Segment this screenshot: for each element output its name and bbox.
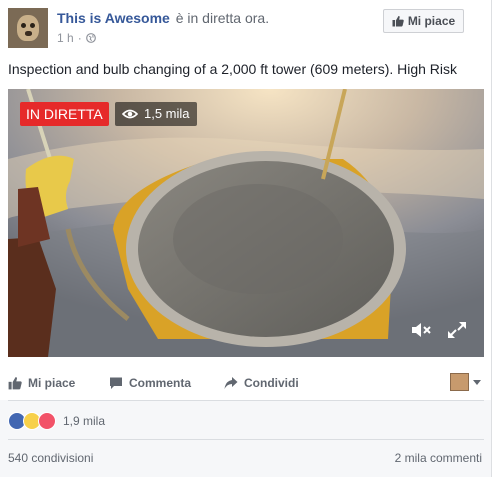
page-name-link[interactable]: This is Awesome: [57, 10, 170, 26]
page-avatar[interactable]: [8, 8, 48, 48]
divider: [8, 439, 484, 440]
viewer-count: 1,5 mila: [144, 106, 190, 121]
acting-as-avatar[interactable]: [450, 373, 469, 391]
fullscreen-icon[interactable]: [445, 320, 469, 340]
viewer-count-badge: 1,5 mila: [115, 102, 197, 126]
love-reaction-icon: [38, 412, 56, 430]
meta-separator: ·: [77, 31, 82, 45]
comment-button[interactable]: Commenta: [109, 376, 191, 390]
share-label: Condividi: [244, 376, 299, 390]
post-text: Inspection and bulb changing of a 2,000 …: [8, 61, 458, 77]
comment-count[interactable]: 2 mila commenti: [395, 451, 482, 465]
like-button[interactable]: Mi piace: [8, 376, 75, 390]
comment-label: Commenta: [129, 376, 192, 390]
avatar-nose: [25, 31, 32, 36]
reactions-summary[interactable]: 1,9 mila: [8, 412, 105, 430]
share-count[interactable]: 540 condivisioni: [8, 451, 93, 465]
thumbs-up-icon: [8, 377, 22, 390]
live-badge: IN DIRETTA: [20, 102, 109, 126]
mute-icon[interactable]: [410, 320, 434, 340]
video-frame: [8, 89, 484, 357]
avatar-eye: [21, 23, 26, 28]
post-timestamp[interactable]: 1 h: [57, 31, 74, 45]
reaction-count: 1,9 mila: [63, 414, 106, 428]
share-button[interactable]: Condividi: [224, 376, 299, 390]
comment-icon: [110, 377, 122, 389]
pug-face: [17, 15, 39, 41]
like-page-button[interactable]: Mi piace: [383, 9, 464, 33]
like-page-label: Mi piace: [407, 14, 456, 28]
chevron-down-icon[interactable]: [473, 380, 481, 385]
live-video[interactable]: IN DIRETTA 1,5 mila: [8, 89, 484, 357]
thumbs-up-icon: [392, 15, 404, 27]
eye-icon: [122, 109, 138, 119]
share-icon: [224, 377, 238, 389]
action-bar: Mi piace Commenta Condividi: [8, 373, 484, 395]
globe-icon[interactable]: [85, 33, 96, 43]
divider: [8, 400, 484, 401]
like-label: Mi piace: [28, 376, 76, 390]
live-status-text: è in diretta ora.: [175, 10, 270, 26]
post-card: This is Awesome è in diretta ora. 1 h · …: [0, 0, 492, 477]
post-header: This is Awesome è in diretta ora.: [57, 10, 269, 26]
avatar-eye: [30, 23, 35, 28]
post-meta: 1 h ·: [57, 31, 96, 45]
